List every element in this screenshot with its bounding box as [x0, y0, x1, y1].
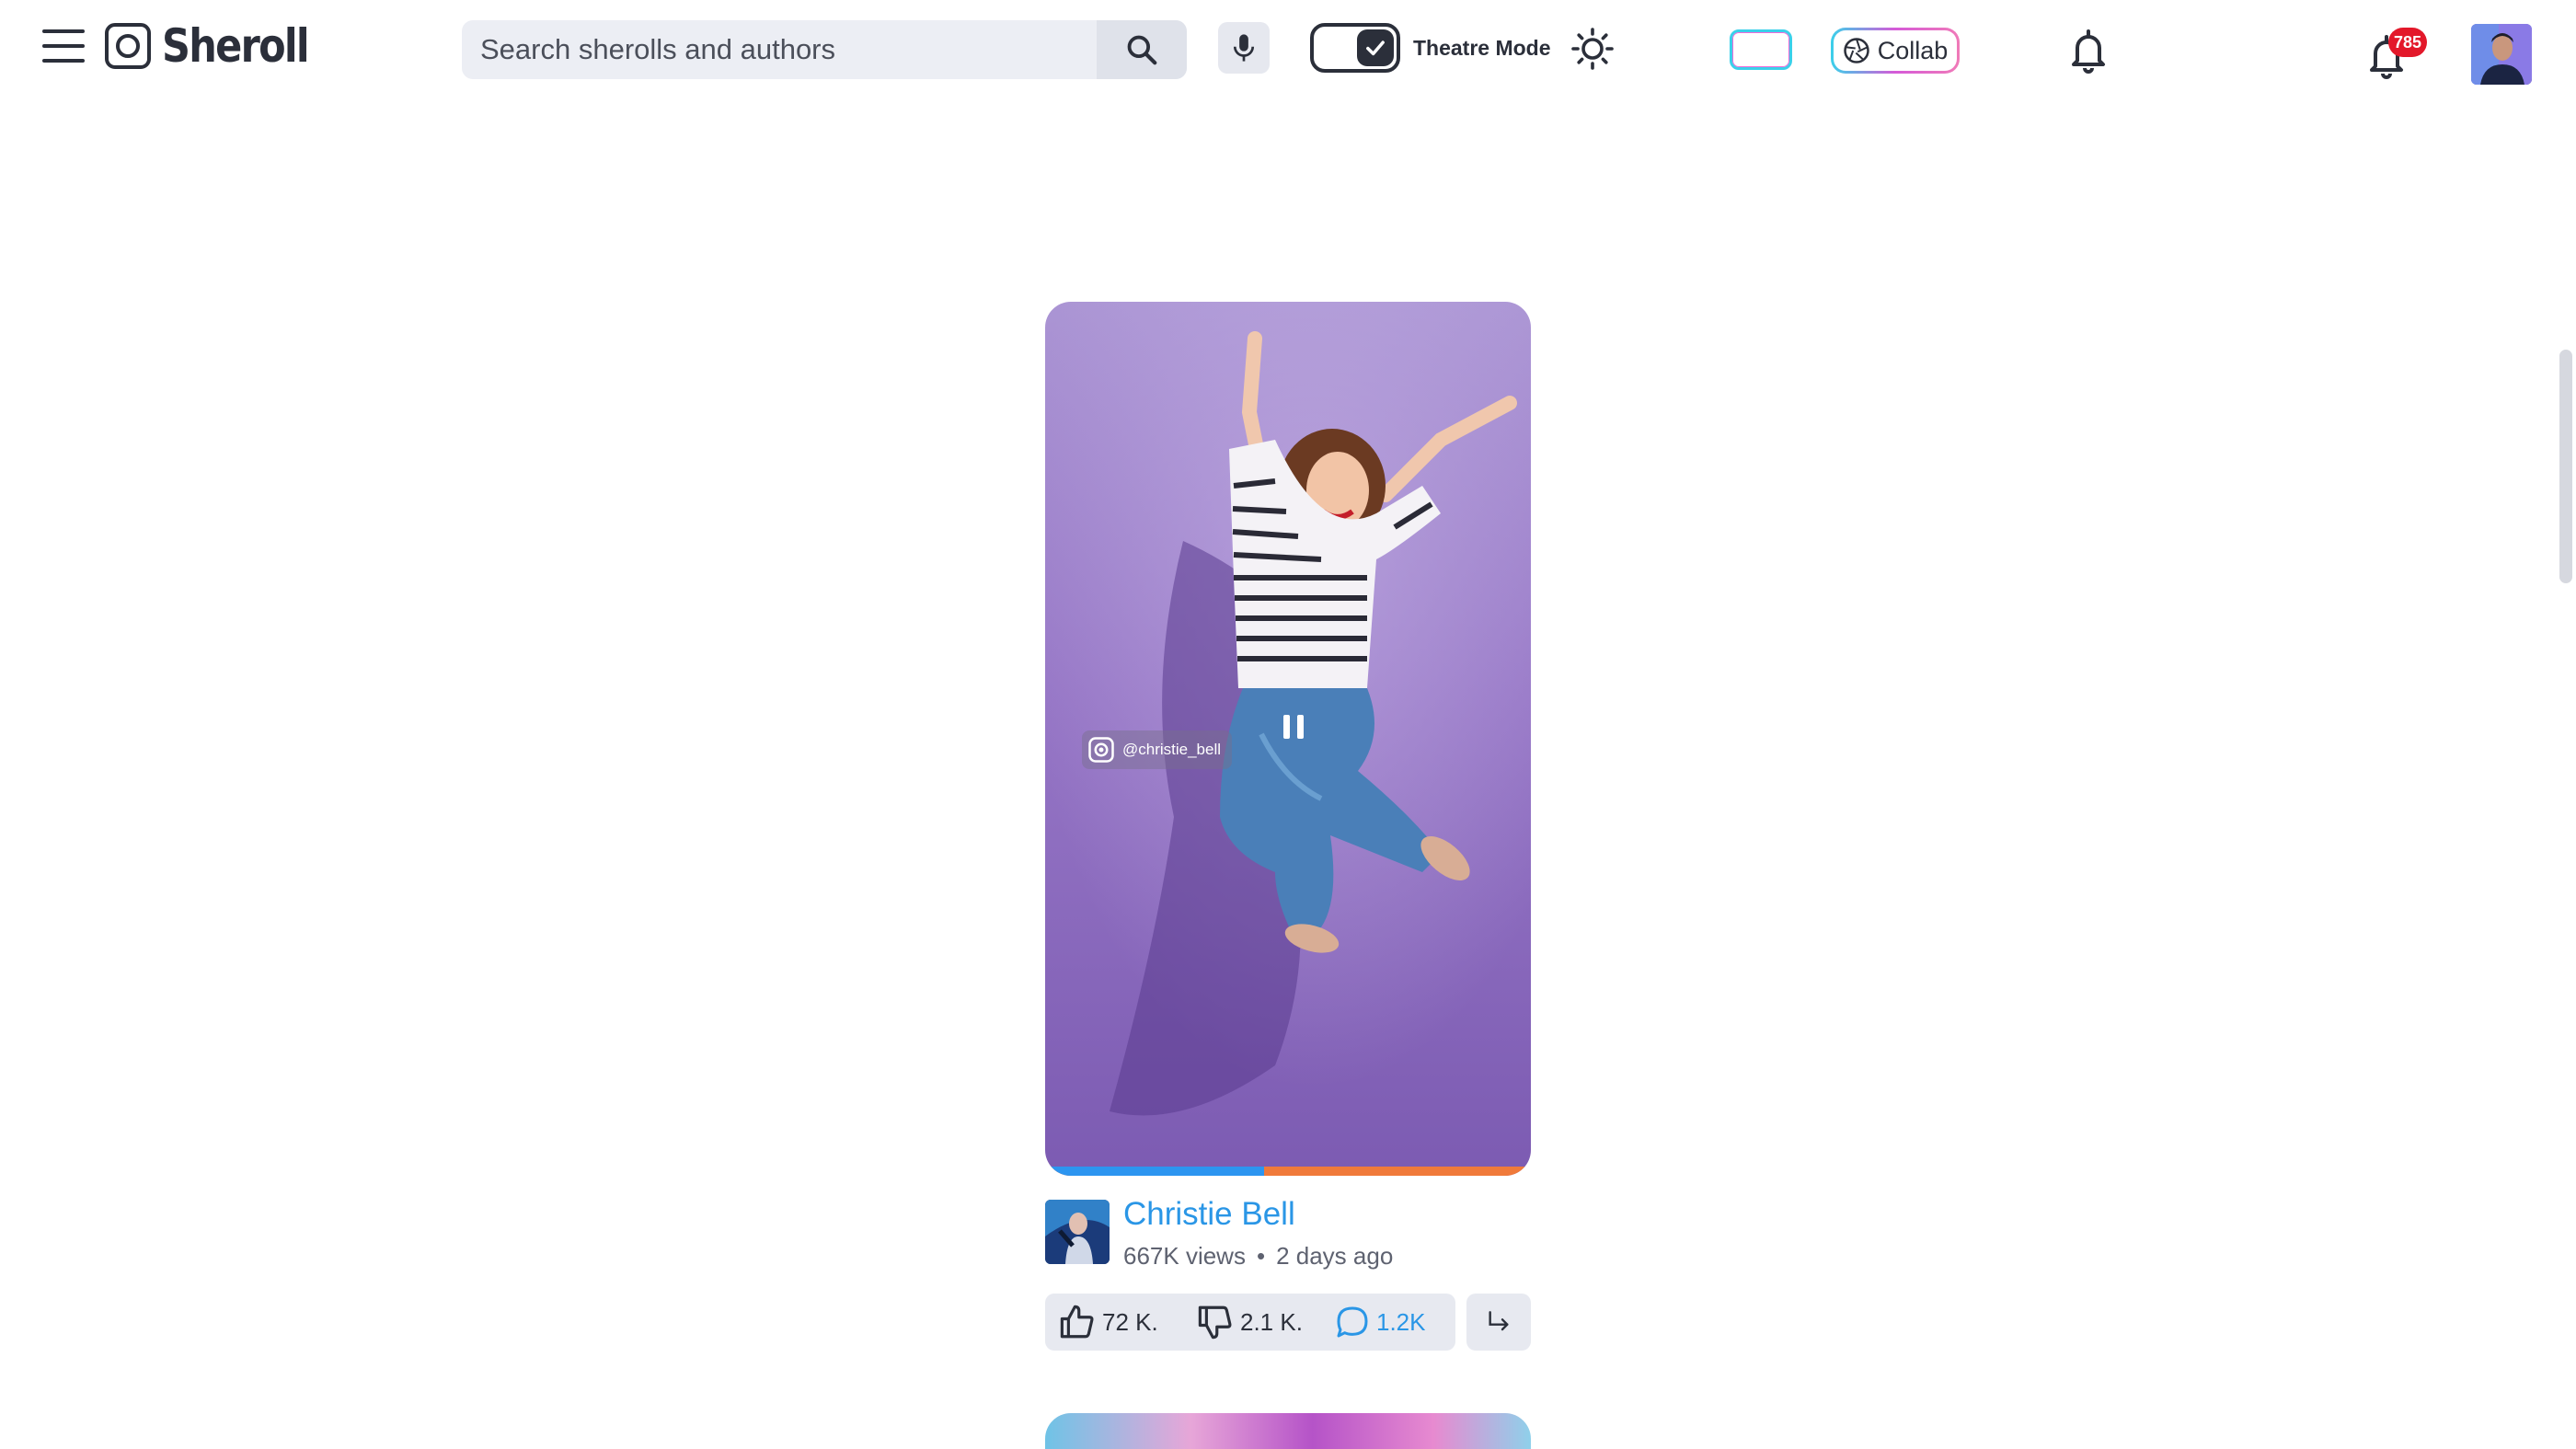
share-icon: [1489, 1311, 1509, 1331]
search-button[interactable]: [1097, 20, 1187, 79]
author-handle: @christie_bell: [1122, 741, 1222, 758]
notification-count-badge: 785: [2388, 28, 2427, 57]
plus-icon: [1748, 37, 1774, 63]
voice-search-button[interactable]: [1218, 22, 1270, 74]
comment-icon: [1337, 1306, 1368, 1338]
thumbs-down-icon: [1198, 1305, 1232, 1340]
dislike-button[interactable]: 2.1 K.: [1196, 1294, 1334, 1351]
user-avatar[interactable]: [2471, 24, 2532, 85]
meta-separator: •: [1256, 1242, 1266, 1270]
author-handle-chip[interactable]: @christie_bell: [1082, 730, 1233, 769]
logo-icon: [1088, 737, 1114, 763]
thumbs-up-icon: [1060, 1305, 1094, 1339]
search-input[interactable]: [462, 20, 1097, 79]
next-video-card[interactable]: [1045, 1413, 1531, 1449]
collab-label: Collab: [1877, 36, 1949, 64]
video-player[interactable]: @christie_bell: [1045, 302, 1531, 1176]
theatre-mode-label: Theatre Mode: [1413, 35, 1551, 60]
microphone-icon: [1233, 34, 1255, 62]
upload-time: 2 days ago: [1276, 1242, 1394, 1270]
check-icon: [1366, 40, 1385, 56]
dislike-count: 2.1 K.: [1240, 1307, 1303, 1336]
page-scrollbar-thumb[interactable]: [2559, 350, 2572, 583]
create-button[interactable]: [1730, 29, 1792, 70]
video-progress-played: [1045, 1167, 1264, 1176]
aperture-icon: [1843, 38, 1869, 63]
logo-icon: [105, 23, 151, 69]
comment-count: 1.2K: [1376, 1307, 1426, 1336]
comments-button[interactable]: 1.2K: [1334, 1294, 1426, 1351]
menu-icon[interactable]: [42, 29, 85, 63]
brand-logo[interactable]: Sheroll: [105, 19, 332, 73]
bell-icon: [2072, 29, 2105, 74]
sun-icon: [1571, 28, 1614, 70]
avatar-image: [2471, 24, 2532, 85]
author-avatar-image: [1045, 1200, 1110, 1264]
toggle-knob: [1357, 29, 1394, 66]
theme-toggle-button[interactable]: [1570, 26, 1616, 72]
search-bar: [462, 20, 1187, 79]
like-count: 72 K.: [1102, 1307, 1158, 1336]
share-button[interactable]: [1466, 1294, 1531, 1351]
collab-button[interactable]: Collab: [1831, 28, 1960, 74]
action-bar: 72 K. 2.1 K. 1.2K: [1045, 1294, 1455, 1351]
pause-icon[interactable]: [1275, 707, 1312, 747]
toggle-switch[interactable]: [1310, 23, 1400, 73]
like-button[interactable]: 72 K.: [1058, 1294, 1196, 1351]
brand-name: Sheroll: [162, 19, 310, 73]
video-meta: 667K views • 2 days ago: [1123, 1242, 1393, 1271]
view-count: 667K views: [1123, 1242, 1246, 1270]
author-name-link[interactable]: Christie Bell: [1123, 1196, 1295, 1233]
author-avatar[interactable]: [1045, 1200, 1110, 1264]
search-icon: [1127, 35, 1157, 65]
subscriptions-bell-button[interactable]: [2066, 28, 2110, 75]
video-progress-bar[interactable]: [1045, 1167, 1531, 1176]
theatre-mode-toggle[interactable]: Theatre Mode: [1310, 23, 1551, 73]
